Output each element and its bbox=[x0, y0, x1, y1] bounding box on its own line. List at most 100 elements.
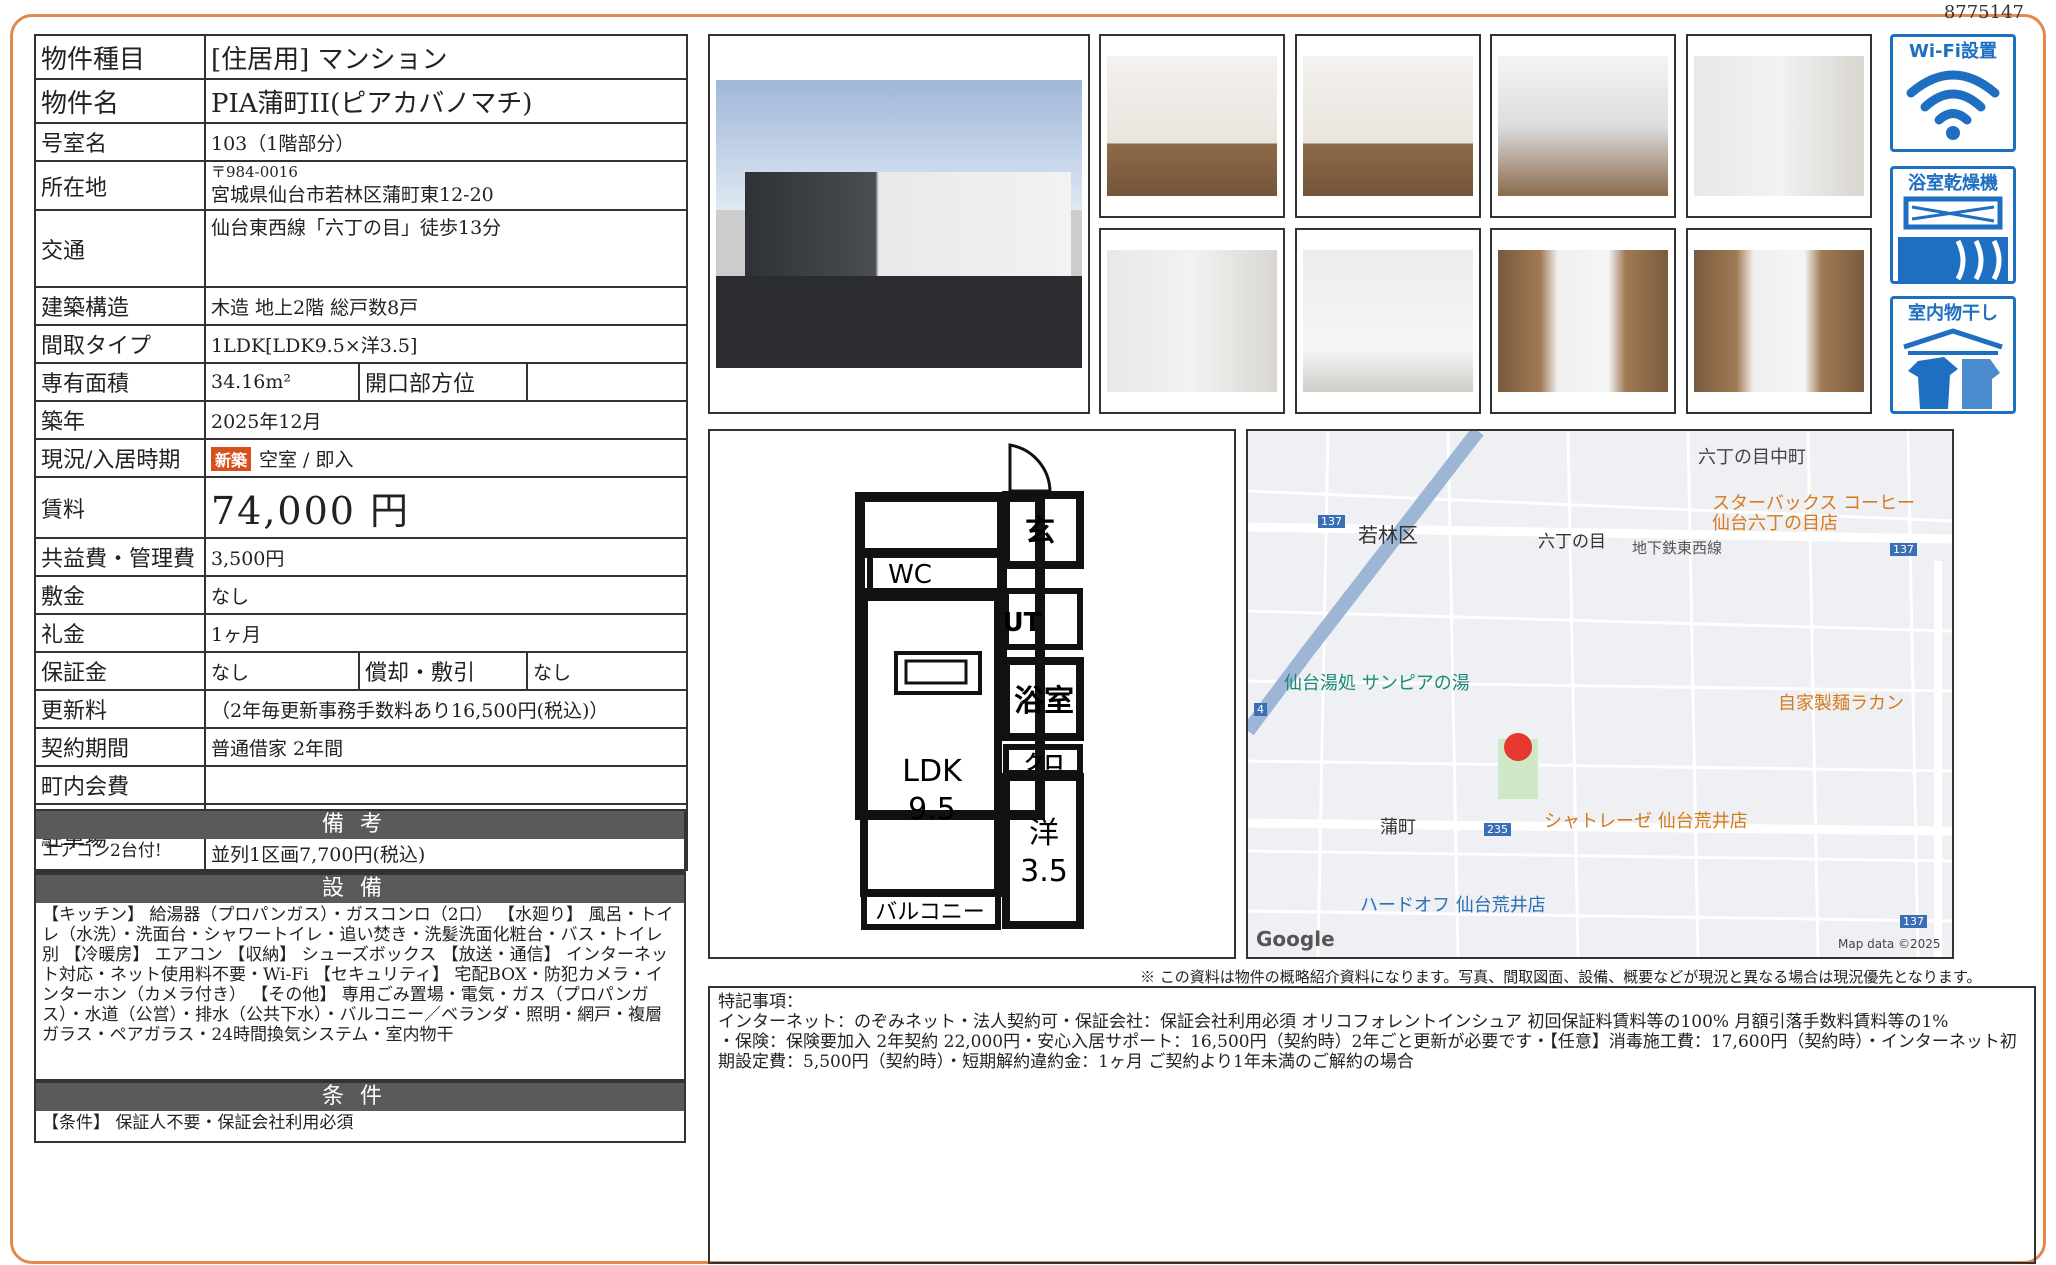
indoor-drying-icon bbox=[1903, 328, 2003, 409]
closet-photo-1 bbox=[1490, 228, 1676, 414]
disclaimer: ※ この資料は物件の概略紹介資料になります。写真、間取図面、設備、概要などが現況… bbox=[1140, 968, 1982, 986]
road-number-137-south: 137 bbox=[1900, 915, 1927, 928]
notes-title: 特記事項： bbox=[718, 992, 803, 1012]
map-label-subway: 地下鉄東西線 bbox=[1632, 539, 1723, 557]
notes-line-2: ・保険：保険要加入 2年契約 22,000円・安心入居サポート：16,500円（… bbox=[718, 1032, 2017, 1072]
value-orientation bbox=[525, 362, 689, 402]
plan-western: 洋 bbox=[1029, 816, 1059, 851]
label-deposit: 敷金 bbox=[34, 575, 206, 615]
interior-photo-1 bbox=[1099, 34, 1285, 218]
label-access: 交通 bbox=[34, 209, 206, 288]
value-rent: 74,000 円 bbox=[203, 476, 689, 539]
road-number-235: 235 bbox=[1484, 823, 1511, 836]
interior-photo-2 bbox=[1295, 34, 1481, 218]
label-amortization: 償却・敷引 bbox=[358, 651, 528, 691]
label-renewal: 更新料 bbox=[34, 689, 206, 729]
road-number-137-west: 137 bbox=[1318, 515, 1345, 528]
map-credit: Map data ©2025 bbox=[1838, 937, 1941, 951]
plan-bath: 浴室 bbox=[1014, 684, 1074, 719]
plan-balcony: バルコニー bbox=[875, 900, 985, 925]
washroom-photo bbox=[1099, 228, 1285, 414]
label-address: 所在地 bbox=[34, 160, 206, 211]
value-status: 新築 空室 / 即入 bbox=[203, 438, 689, 478]
value-guarantee: なし bbox=[204, 651, 360, 691]
bathroom-photo bbox=[1686, 34, 1872, 218]
equipment-header: 設備 bbox=[36, 875, 684, 903]
label-status: 現況/入居時期 bbox=[34, 438, 206, 478]
label-type: 物件種目 bbox=[34, 34, 206, 80]
dryer-label: 浴室乾燥機 bbox=[1908, 173, 1998, 194]
map-label-kabanomachi: 蒲町 bbox=[1380, 817, 1416, 838]
value-deposit: なし bbox=[203, 575, 689, 615]
plan-ldk-size: 9.5 bbox=[908, 792, 956, 827]
kitchen-photo bbox=[1490, 34, 1676, 218]
label-built: 築年 bbox=[34, 400, 206, 440]
floor-plan: 玄 WC UT 浴室 クロ LDK 9.5 洋 3.5 バルコニー bbox=[708, 429, 1236, 959]
equipment-section: 設備 【キッチン】 給湯器（プロパンガス）・ガスコンロ（2口） 【水廻り】 風呂… bbox=[34, 873, 686, 1081]
map-label-wakabayashi: 若林区 bbox=[1358, 523, 1418, 547]
floor-plan-drawing: 玄 WC UT 浴室 クロ LDK 9.5 洋 3.5 バルコニー bbox=[855, 443, 1084, 930]
address-text: 宮城県仙台市若林区蒲町東12-20 bbox=[211, 184, 494, 206]
road-number-137-east: 137 bbox=[1890, 543, 1917, 556]
value-key-money: 1ヶ月 bbox=[203, 613, 689, 653]
conditions-section: 条件 【条件】 保証人不要・保証会社利用必須 bbox=[34, 1081, 686, 1143]
map-google-logo: Google bbox=[1256, 927, 1335, 951]
label-area: 専有面積 bbox=[34, 362, 206, 402]
label-structure: 建築構造 bbox=[34, 286, 206, 326]
plan-ut: UT bbox=[1003, 608, 1042, 638]
closet-photo-2 bbox=[1686, 228, 1872, 414]
value-renewal: （2年毎更新事務手数料あり16,500円(税込)） bbox=[203, 689, 689, 729]
label-town-fee: 町内会費 bbox=[34, 765, 206, 805]
wifi-card: Wi-Fi設置 bbox=[1890, 34, 2016, 152]
label-orientation: 開口部方位 bbox=[358, 362, 528, 402]
value-town-fee bbox=[203, 765, 689, 805]
plan-closet: クロ bbox=[1024, 750, 1064, 774]
indoor-drying-card: 室内物干し bbox=[1890, 296, 2016, 414]
value-room: 103（1階部分） bbox=[203, 122, 689, 162]
map-label-sanpia: 仙台湯処 サンピアの湯 bbox=[1284, 673, 1470, 694]
dryer-card: 浴室乾燥機 bbox=[1890, 166, 2016, 284]
label-key-money: 礼金 bbox=[34, 613, 206, 653]
value-address: 〒984-0016 宮城県仙台市若林区蒲町東12-20 bbox=[203, 160, 689, 211]
exterior-photo bbox=[708, 34, 1090, 414]
label-name: 物件名 bbox=[34, 78, 206, 124]
label-layout: 間取タイプ bbox=[34, 324, 206, 364]
wifi-icon bbox=[1906, 70, 2000, 140]
value-amortization: なし bbox=[525, 651, 689, 691]
value-structure: 木造 地上2階 総戸数8戸 bbox=[203, 286, 689, 326]
property-id: 8775147 bbox=[1943, 2, 2024, 23]
label-rent: 賃料 bbox=[34, 476, 206, 539]
map-label-chateraise: シャトレーゼ 仙台荒井店 bbox=[1544, 811, 1748, 832]
conditions-text: 【条件】 保証人不要・保証会社利用必須 bbox=[42, 1113, 354, 1133]
equipment-text: 【キッチン】 給湯器（プロパンガス）・ガスコンロ（2口） 【水廻り】 風呂・トイ… bbox=[42, 905, 674, 1045]
map-label-starbucks-branch: 仙台六丁の目店 bbox=[1712, 513, 1838, 534]
location-map[interactable]: 六丁の目中町 スターバックス コーヒー 仙台六丁の目店 若林区 六丁の目 地下鉄… bbox=[1246, 429, 1954, 959]
remarks-section: 備考 エアコン2台付! bbox=[34, 809, 686, 873]
label-contract: 契約期間 bbox=[34, 727, 206, 767]
new-badge: 新築 bbox=[211, 446, 252, 471]
map-label-rokuchonome-nakamachi: 六丁の目中町 bbox=[1698, 447, 1806, 468]
road-number-4: 4 bbox=[1254, 703, 1267, 716]
value-area: 34.16m² bbox=[204, 362, 360, 402]
special-notes: 特記事項： インターネット：のぞみネット・法人契約可・保証会社：保証会社利用必須… bbox=[708, 986, 2036, 1264]
plan-wc: WC bbox=[888, 560, 932, 590]
remarks-header: 備考 bbox=[36, 811, 684, 839]
conditions-header: 条件 bbox=[36, 1083, 684, 1111]
value-layout: 1LDK[LDK9.5×洋3.5] bbox=[203, 324, 689, 364]
plan-ldk: LDK bbox=[902, 754, 963, 789]
label-fee: 共益費・管理費 bbox=[34, 537, 206, 577]
value-built: 2025年12月 bbox=[203, 400, 689, 440]
property-table: 物件種目 [住居用] マンション 物件名 PIA蒲町II(ピアカバノマチ) 号室名 1… bbox=[34, 34, 689, 871]
toilet-photo bbox=[1295, 228, 1481, 414]
plan-western-size: 3.5 bbox=[1020, 854, 1068, 889]
map-label-rokuchonome-station: 六丁の目 bbox=[1538, 532, 1606, 552]
value-contract: 普通借家 2年間 bbox=[203, 727, 689, 767]
bathroom-dryer-icon bbox=[1898, 196, 2008, 281]
label-room: 号室名 bbox=[34, 122, 206, 162]
status-text: 空室 / 即入 bbox=[259, 448, 354, 471]
wifi-label: Wi-Fi設置 bbox=[1909, 41, 1997, 62]
indoor-drying-label: 室内物干し bbox=[1908, 303, 1998, 324]
value-type: [住居用] マンション bbox=[203, 34, 689, 80]
map-label-hardoff: ハードオフ 仙台荒井店 bbox=[1360, 895, 1546, 916]
zip-code: 〒984-0016 bbox=[211, 163, 298, 181]
